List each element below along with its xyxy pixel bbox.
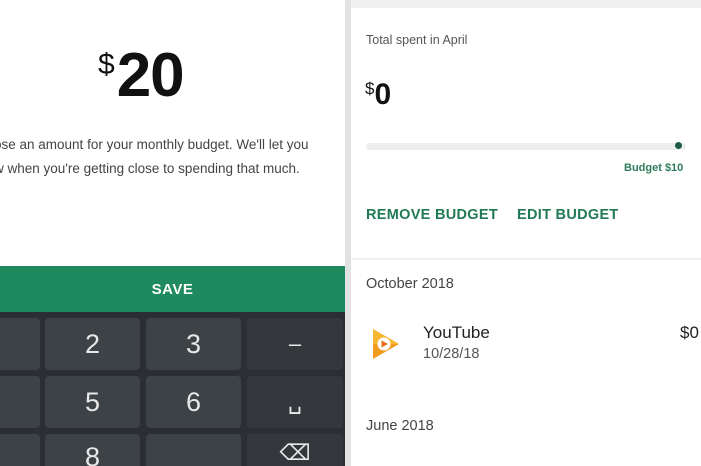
currency-symbol: $ — [98, 48, 115, 81]
numeric-keyboard: 2 3 – 5 6 ␣ 8 ⌫ — [0, 312, 345, 466]
google-play-icon — [369, 327, 403, 361]
top-bar — [351, 0, 701, 8]
budget-overview-pane: Total spent in April $ 0 Budget $10 REMO… — [351, 0, 701, 466]
budget-limit-label: Budget $10 — [624, 162, 684, 174]
key-space[interactable]: ␣ — [247, 376, 343, 428]
key-5[interactable]: 5 — [45, 376, 140, 428]
key-6[interactable]: 6 — [146, 376, 241, 428]
budget-entry-pane: $ 20 ose an amount for your monthly budg… — [0, 0, 345, 466]
spent-currency-symbol: $ — [365, 79, 375, 98]
budget-amount-display: $ 20 — [98, 40, 185, 110]
transaction-date: 10/28/18 — [423, 346, 480, 362]
section-header-october-2018: October 2018 — [366, 276, 454, 292]
transaction-name: YouTube — [423, 323, 490, 342]
key-2[interactable]: 2 — [45, 318, 140, 370]
key-9[interactable] — [146, 434, 241, 466]
budget-amount-value: 20 — [116, 41, 185, 110]
section-header-june-2018: June 2018 — [366, 418, 434, 434]
key-4[interactable] — [0, 376, 40, 428]
remove-budget-button[interactable]: REMOVE BUDGET — [366, 207, 498, 223]
budget-progress-bar — [366, 143, 686, 150]
description-line-2: w when you're getting close to spending … — [0, 161, 300, 176]
key-minus[interactable]: – — [247, 318, 343, 370]
key-1[interactable] — [0, 318, 40, 370]
budget-description: ose an amount for your monthly budget. W… — [0, 133, 339, 181]
section-separator — [351, 258, 701, 260]
total-spent-amount: $ 0 — [365, 78, 391, 112]
budget-marker-dot — [675, 142, 682, 149]
key-8[interactable]: 8 — [45, 434, 140, 466]
key-7[interactable] — [0, 434, 40, 466]
total-spent-label: Total spent in April — [366, 33, 468, 47]
spent-amount-value: 0 — [374, 78, 392, 111]
edit-budget-button[interactable]: EDIT BUDGET — [517, 207, 619, 223]
key-3[interactable]: 3 — [146, 318, 241, 370]
transaction-amount: $0 — [680, 323, 699, 342]
save-button[interactable]: SAVE — [0, 266, 345, 312]
key-backspace[interactable]: ⌫ — [247, 434, 343, 466]
description-line-1: ose an amount for your monthly budget. W… — [0, 137, 309, 152]
